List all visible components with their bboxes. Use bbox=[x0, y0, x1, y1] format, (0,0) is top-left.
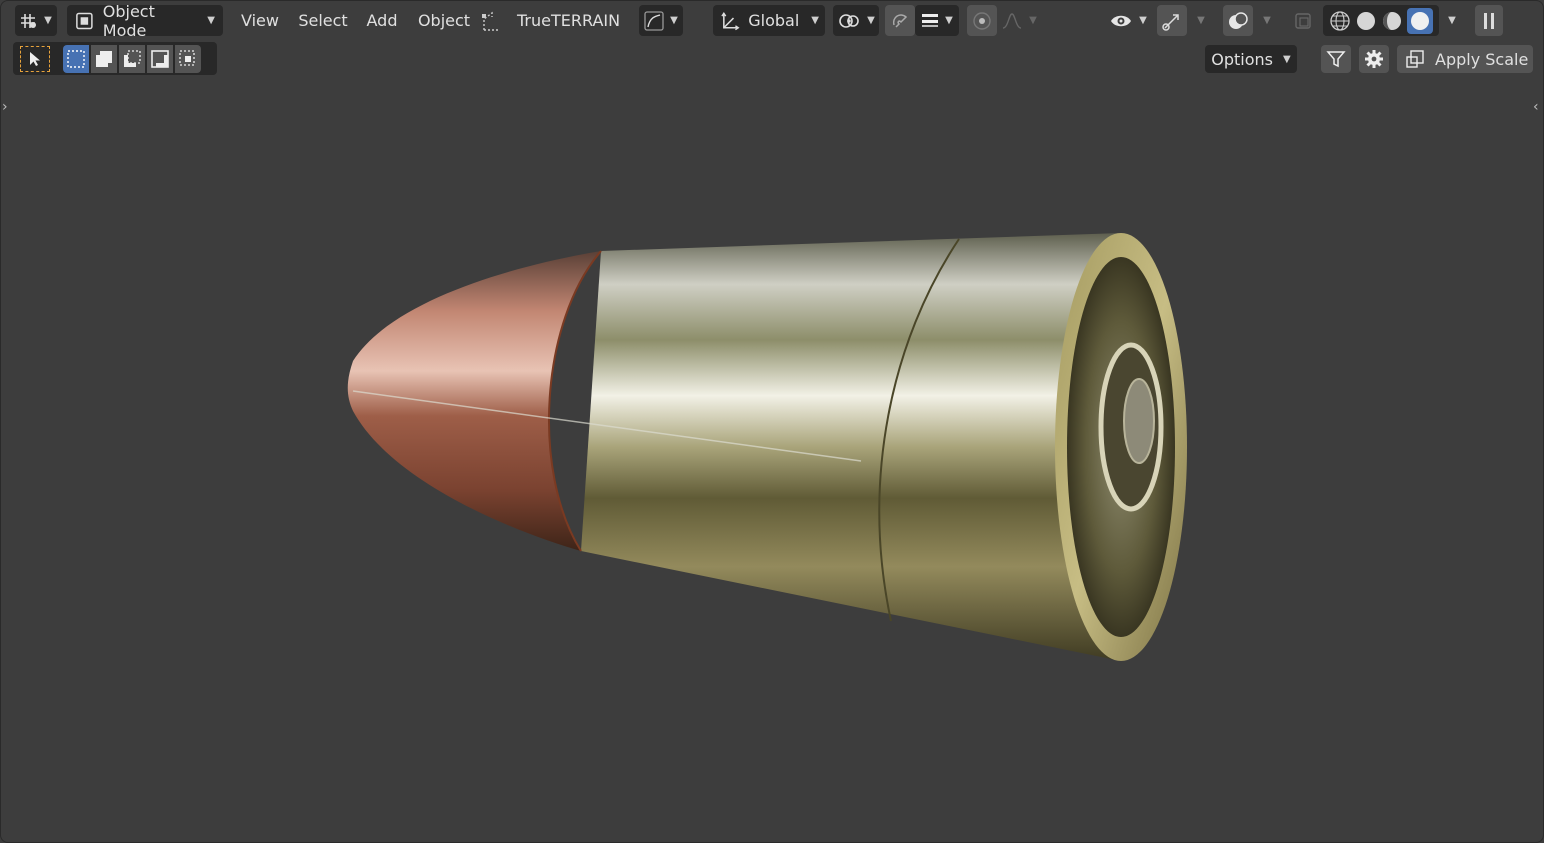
pause-icon bbox=[1484, 12, 1494, 29]
chevron-down-icon: ▼ bbox=[945, 15, 953, 26]
chevron-down-icon: ▼ bbox=[207, 15, 215, 26]
tool-options-header: Options ▼ Apply Scale bbox=[1193, 42, 1533, 75]
select-mode-extend-button[interactable] bbox=[91, 45, 117, 73]
cursor-arrow-icon bbox=[30, 52, 40, 66]
gear-icon bbox=[1365, 50, 1383, 68]
select-extend-icon bbox=[96, 51, 112, 67]
viewport-header: ▼ Object Mode ▼ View Select Add Object T… bbox=[1, 1, 1543, 41]
apply-scale-label: Apply Scale bbox=[1435, 49, 1529, 69]
select-set-icon bbox=[67, 50, 85, 68]
rendered-shading-icon bbox=[1411, 11, 1429, 30]
proportional-falloff-dropdown[interactable]: ▼ bbox=[997, 5, 1041, 36]
overlay-toggle[interactable] bbox=[1223, 5, 1253, 36]
trueterrain-icon bbox=[482, 11, 498, 31]
mode-label: Object Mode bbox=[102, 1, 155, 40]
wireframe-shading-icon[interactable] bbox=[1329, 10, 1351, 32]
chevron-down-icon: ▼ bbox=[1448, 15, 1456, 26]
solid-shading-icon[interactable] bbox=[1355, 10, 1377, 32]
3d-viewport[interactable]: ▼ Object Mode ▼ View Select Add Object T… bbox=[0, 0, 1544, 843]
chevron-down-icon: ▼ bbox=[811, 15, 819, 26]
pivot-icon bbox=[839, 13, 859, 28]
menu-view[interactable]: View bbox=[233, 5, 287, 36]
orientation-icon bbox=[721, 11, 740, 30]
overlay-dropdown[interactable]: ▼ bbox=[1255, 5, 1279, 36]
select-invert-icon bbox=[151, 50, 169, 68]
trueterrain-options-dropdown[interactable]: ▼ bbox=[639, 5, 683, 36]
editor-type-icon bbox=[21, 13, 37, 28]
shading-mode-group bbox=[1323, 5, 1439, 36]
falloff-curve-icon bbox=[1002, 12, 1022, 29]
tool-header bbox=[13, 42, 217, 75]
trueterrain-label: TrueTERRAIN bbox=[517, 11, 621, 30]
gizmo-toggle[interactable] bbox=[1157, 5, 1187, 36]
select-intersect-icon bbox=[179, 50, 195, 66]
options-dropdown[interactable]: Options ▼ bbox=[1205, 45, 1297, 73]
gizmo-dropdown[interactable]: ▼ bbox=[1189, 5, 1213, 36]
shading-options-dropdown[interactable]: ▼ bbox=[1441, 5, 1463, 36]
snap-toggle[interactable] bbox=[885, 5, 915, 36]
xray-toggle[interactable] bbox=[1289, 5, 1317, 36]
overlay-icon bbox=[1229, 11, 1248, 29]
casing-body bbox=[581, 233, 1121, 661]
trueterrain-addon-button[interactable]: TrueTERRAIN bbox=[479, 5, 643, 36]
chevron-down-icon: ▼ bbox=[1029, 15, 1037, 26]
mode-selector[interactable]: Object Mode ▼ bbox=[67, 2, 223, 40]
pivot-point-dropdown[interactable]: ▼ bbox=[833, 5, 879, 36]
chevron-down-icon: ▼ bbox=[1197, 15, 1205, 26]
transform-orientation-dropdown[interactable]: Global ▼ bbox=[713, 5, 825, 36]
material-shading-icon[interactable] bbox=[1381, 10, 1403, 32]
options-label: Options bbox=[1211, 49, 1274, 69]
chevron-down-icon: ▼ bbox=[1139, 15, 1147, 26]
selection-mode-group bbox=[63, 45, 207, 73]
curve-icon bbox=[644, 10, 664, 31]
menu-select[interactable]: Select bbox=[293, 5, 353, 36]
select-mode-set-button[interactable] bbox=[63, 45, 89, 73]
menu-object[interactable]: Object bbox=[413, 5, 475, 36]
snap-increment-icon bbox=[922, 13, 939, 27]
snap-magnet-icon bbox=[892, 13, 908, 28]
primer-cap bbox=[1123, 378, 1155, 464]
eye-icon bbox=[1111, 15, 1132, 26]
chevron-down-icon: ▼ bbox=[1263, 15, 1271, 26]
object-mode-icon bbox=[76, 12, 93, 29]
chevron-down-icon: ▼ bbox=[44, 15, 52, 26]
xray-icon bbox=[1295, 12, 1311, 29]
select-mode-intersect-button[interactable] bbox=[175, 45, 201, 73]
select-mode-subtract-button[interactable] bbox=[119, 45, 145, 73]
apply-scale-button[interactable]: Apply Scale bbox=[1397, 45, 1533, 73]
toolbar-expand-arrow-icon[interactable]: › bbox=[2, 99, 8, 115]
pause-render-button[interactable] bbox=[1475, 5, 1503, 36]
editor-type-button[interactable]: ▼ bbox=[15, 5, 57, 36]
select-mode-invert-button[interactable] bbox=[147, 45, 173, 73]
chevron-down-icon: ▼ bbox=[670, 15, 678, 26]
select-subtract-icon bbox=[124, 50, 141, 67]
snap-target-dropdown[interactable]: ▼ bbox=[915, 5, 959, 36]
scale-icon bbox=[1406, 50, 1424, 68]
sidebar-expand-arrow-icon[interactable]: ‹ bbox=[1533, 99, 1539, 115]
gizmo-icon bbox=[1162, 13, 1179, 31]
proportional-edit-icon bbox=[973, 11, 991, 30]
chevron-down-icon: ▼ bbox=[867, 15, 875, 26]
bullet-tip bbox=[347, 251, 601, 551]
menu-add[interactable]: Add bbox=[361, 5, 403, 36]
visibility-dropdown[interactable]: ▼ bbox=[1105, 5, 1151, 36]
settings-button[interactable] bbox=[1359, 45, 1389, 73]
filter-button[interactable] bbox=[1321, 45, 1351, 73]
bullet-cartridge-object[interactable] bbox=[331, 221, 1211, 671]
orientation-label: Global bbox=[748, 11, 800, 30]
filter-icon bbox=[1326, 51, 1346, 68]
chevron-down-icon: ▼ bbox=[1283, 53, 1291, 65]
select-box-tool-button[interactable] bbox=[20, 46, 50, 72]
rendered-shading-button[interactable] bbox=[1407, 7, 1433, 34]
proportional-edit-toggle[interactable] bbox=[967, 5, 997, 36]
